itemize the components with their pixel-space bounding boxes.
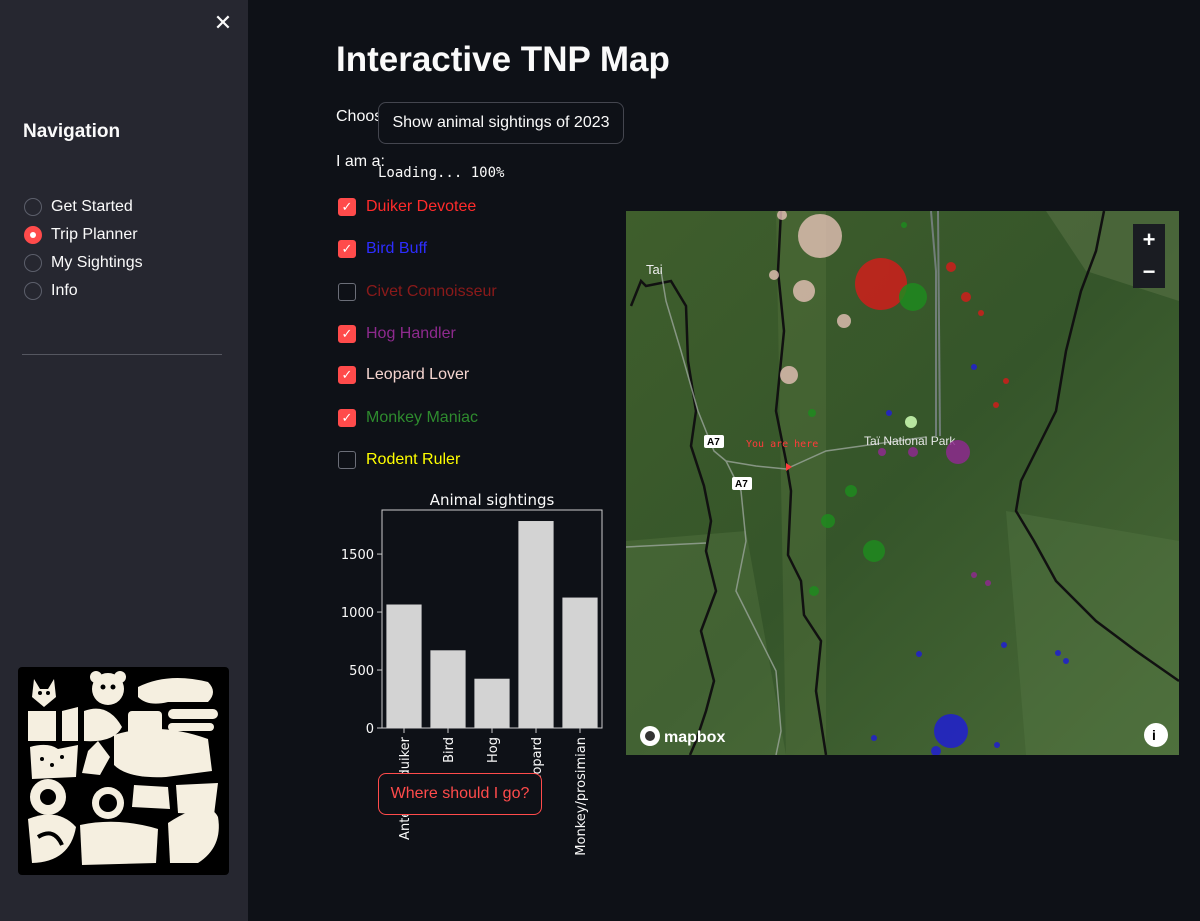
checkbox-label: Hog Handler <box>366 325 456 342</box>
checkbox-bird-buff[interactable]: ✓ Bird Buff <box>338 238 427 260</box>
y-tick-label: 500 <box>349 664 374 679</box>
checkbox-unchecked-icon <box>338 283 356 301</box>
animal-mosaic-logo <box>18 667 229 875</box>
checkbox-label: Rodent Ruler <box>366 451 461 468</box>
checkbox-checked-icon: ✓ <box>338 198 356 216</box>
bar-leopard <box>518 521 554 728</box>
checkbox-unchecked-icon <box>338 451 356 469</box>
checkbox-label: Leopard Lover <box>366 366 470 383</box>
chart-title: Animal sightings <box>430 491 555 509</box>
map-view[interactable]: Tai A7 A7 Taï National Park You are here… <box>626 211 1179 755</box>
y-tick-label: 0 <box>366 722 374 737</box>
close-sidebar-button[interactable]: ✕ <box>212 12 234 34</box>
you-are-here-label: You are here <box>746 439 818 450</box>
radio-circle-selected <box>24 226 42 244</box>
checkbox-checked-icon: ✓ <box>338 409 356 427</box>
sidebar-divider <box>22 354 222 355</box>
x-tick-label: Hog <box>486 737 501 763</box>
checkbox-checked-icon: ✓ <box>338 366 356 384</box>
y-tick-label: 1000 <box>341 606 374 621</box>
nav-radio-trip-planner[interactable]: Trip Planner <box>24 224 138 246</box>
checkbox-checked-icon: ✓ <box>338 325 356 343</box>
bar-hog <box>474 678 510 728</box>
radio-circle <box>24 254 42 272</box>
bar-antelope-duiker <box>386 604 422 728</box>
road-label-a7: A7 <box>735 479 748 490</box>
sidebar: ✕ Navigation Get Started Trip Planner My… <box>0 0 248 921</box>
checkbox-label: Civet Connoisseur <box>366 283 497 300</box>
nav-label: Info <box>51 282 78 299</box>
nav-radio-get-started[interactable]: Get Started <box>24 196 133 218</box>
checkbox-label: Bird Buff <box>366 240 428 257</box>
park-tree-icon <box>905 416 917 428</box>
navigation-title: Navigation <box>23 121 121 142</box>
x-tick-label: Bird <box>442 737 457 763</box>
svg-text:i: i <box>1152 727 1156 743</box>
checkbox-hog-handler[interactable]: ✓ Hog Handler <box>338 323 456 345</box>
zoom-in-button[interactable]: + <box>1133 224 1165 256</box>
map-info-icon: i <box>1144 723 1168 747</box>
checkbox-label: Duiker Devotee <box>366 198 477 215</box>
zoom-out-button[interactable]: − <box>1133 256 1165 288</box>
nav-label: My Sightings <box>51 254 143 271</box>
road-label-a7: A7 <box>707 437 720 448</box>
nav-label: Trip Planner <box>51 226 138 243</box>
nav-radio-info[interactable]: Info <box>24 280 78 302</box>
town-label-tai: Tai <box>646 262 663 277</box>
checkbox-civet-connoisseur[interactable]: Civet Connoisseur <box>338 281 497 303</box>
radio-circle <box>24 198 42 216</box>
checkbox-leopard-lover[interactable]: ✓ Leopard Lover <box>338 364 469 386</box>
loading-status: Loading... 100% <box>378 165 505 181</box>
checkbox-rodent-ruler[interactable]: Rodent Ruler <box>338 449 460 471</box>
radio-circle <box>24 282 42 300</box>
checkbox-label: Monkey Maniac <box>366 409 479 426</box>
checkbox-checked-icon: ✓ <box>338 240 356 258</box>
checkbox-duiker-devotee[interactable]: ✓ Duiker Devotee <box>338 196 476 218</box>
checkbox-monkey-maniac[interactable]: ✓ Monkey Maniac <box>338 407 478 429</box>
where-should-i-go-button[interactable]: Where should I go? <box>378 773 542 815</box>
park-label: Taï National Park <box>864 434 956 448</box>
page-title: Interactive TNP Map <box>336 40 670 79</box>
nav-label: Get Started <box>51 198 133 215</box>
bar-monkey-prosimian <box>562 597 598 728</box>
animal-sightings-chart: Animal sightingsAntelope/duikerBirdHogLe… <box>341 491 603 856</box>
bar-bird <box>430 650 466 728</box>
y-tick-label: 1500 <box>341 548 374 563</box>
x-tick-label: Monkey/prosimian <box>574 737 589 856</box>
nav-radio-my-sightings[interactable]: My Sightings <box>24 252 143 274</box>
mapbox-attribution: mapbox <box>664 729 725 746</box>
show-sightings-button[interactable]: Show animal sightings of 2023 <box>378 102 624 144</box>
